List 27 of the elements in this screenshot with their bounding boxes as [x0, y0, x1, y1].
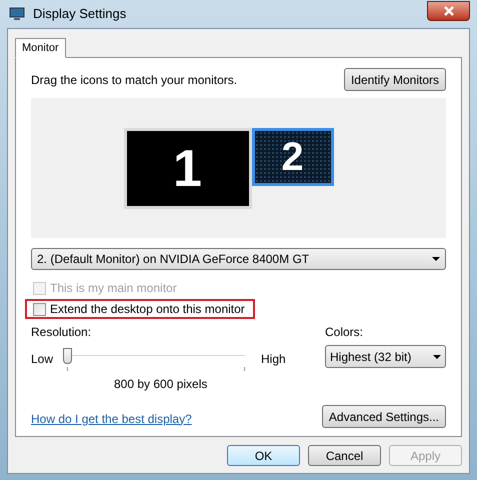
dialog-button[interactable]: OK — [227, 445, 300, 466]
colors-dropdown[interactable]: Highest (32 bit) — [325, 345, 446, 368]
help-link[interactable]: How do I get the best display? — [31, 410, 192, 428]
caret-icon — [432, 257, 440, 261]
resolution-label: Resolution: — [31, 324, 92, 341]
instruction-text: Drag the icons to match your monitors. — [31, 72, 238, 88]
tab[interactable]: Monitor — [15, 38, 66, 58]
checkbox[interactable] — [33, 302, 46, 316]
low-label: Low — [31, 351, 54, 368]
resolution-reading: 800 by 600 pixels — [114, 377, 208, 391]
slider-thumb[interactable] — [63, 348, 72, 364]
monitor-dropdown[interactable]: 2. (Default Monitor) on NVIDIA GeForce 8400M GT — [31, 248, 446, 270]
dialog-button[interactable]: Cancel — [308, 445, 381, 466]
checkbox-label: This is my main monitor — [50, 280, 177, 297]
close-icon — [444, 6, 454, 16]
colors-label: Colors: — [325, 324, 364, 341]
high-label: High — [261, 351, 286, 368]
checkbox-label: Extend the desktop onto this monitor — [50, 301, 245, 318]
monitor-icon — [9, 7, 25, 21]
close-button[interactable] — [427, 1, 470, 21]
window-title: Display Settings — [33, 5, 126, 24]
dialog-button: Apply — [389, 445, 462, 466]
monitor-tile[interactable]: 1 — [124, 128, 252, 209]
caret-icon — [433, 354, 441, 358]
monitor-tile[interactable]: 2 — [252, 128, 334, 186]
identify-monitors-button[interactable]: Identify Monitors — [344, 68, 446, 91]
advanced-settings-button[interactable]: Advanced Settings... — [322, 405, 446, 428]
